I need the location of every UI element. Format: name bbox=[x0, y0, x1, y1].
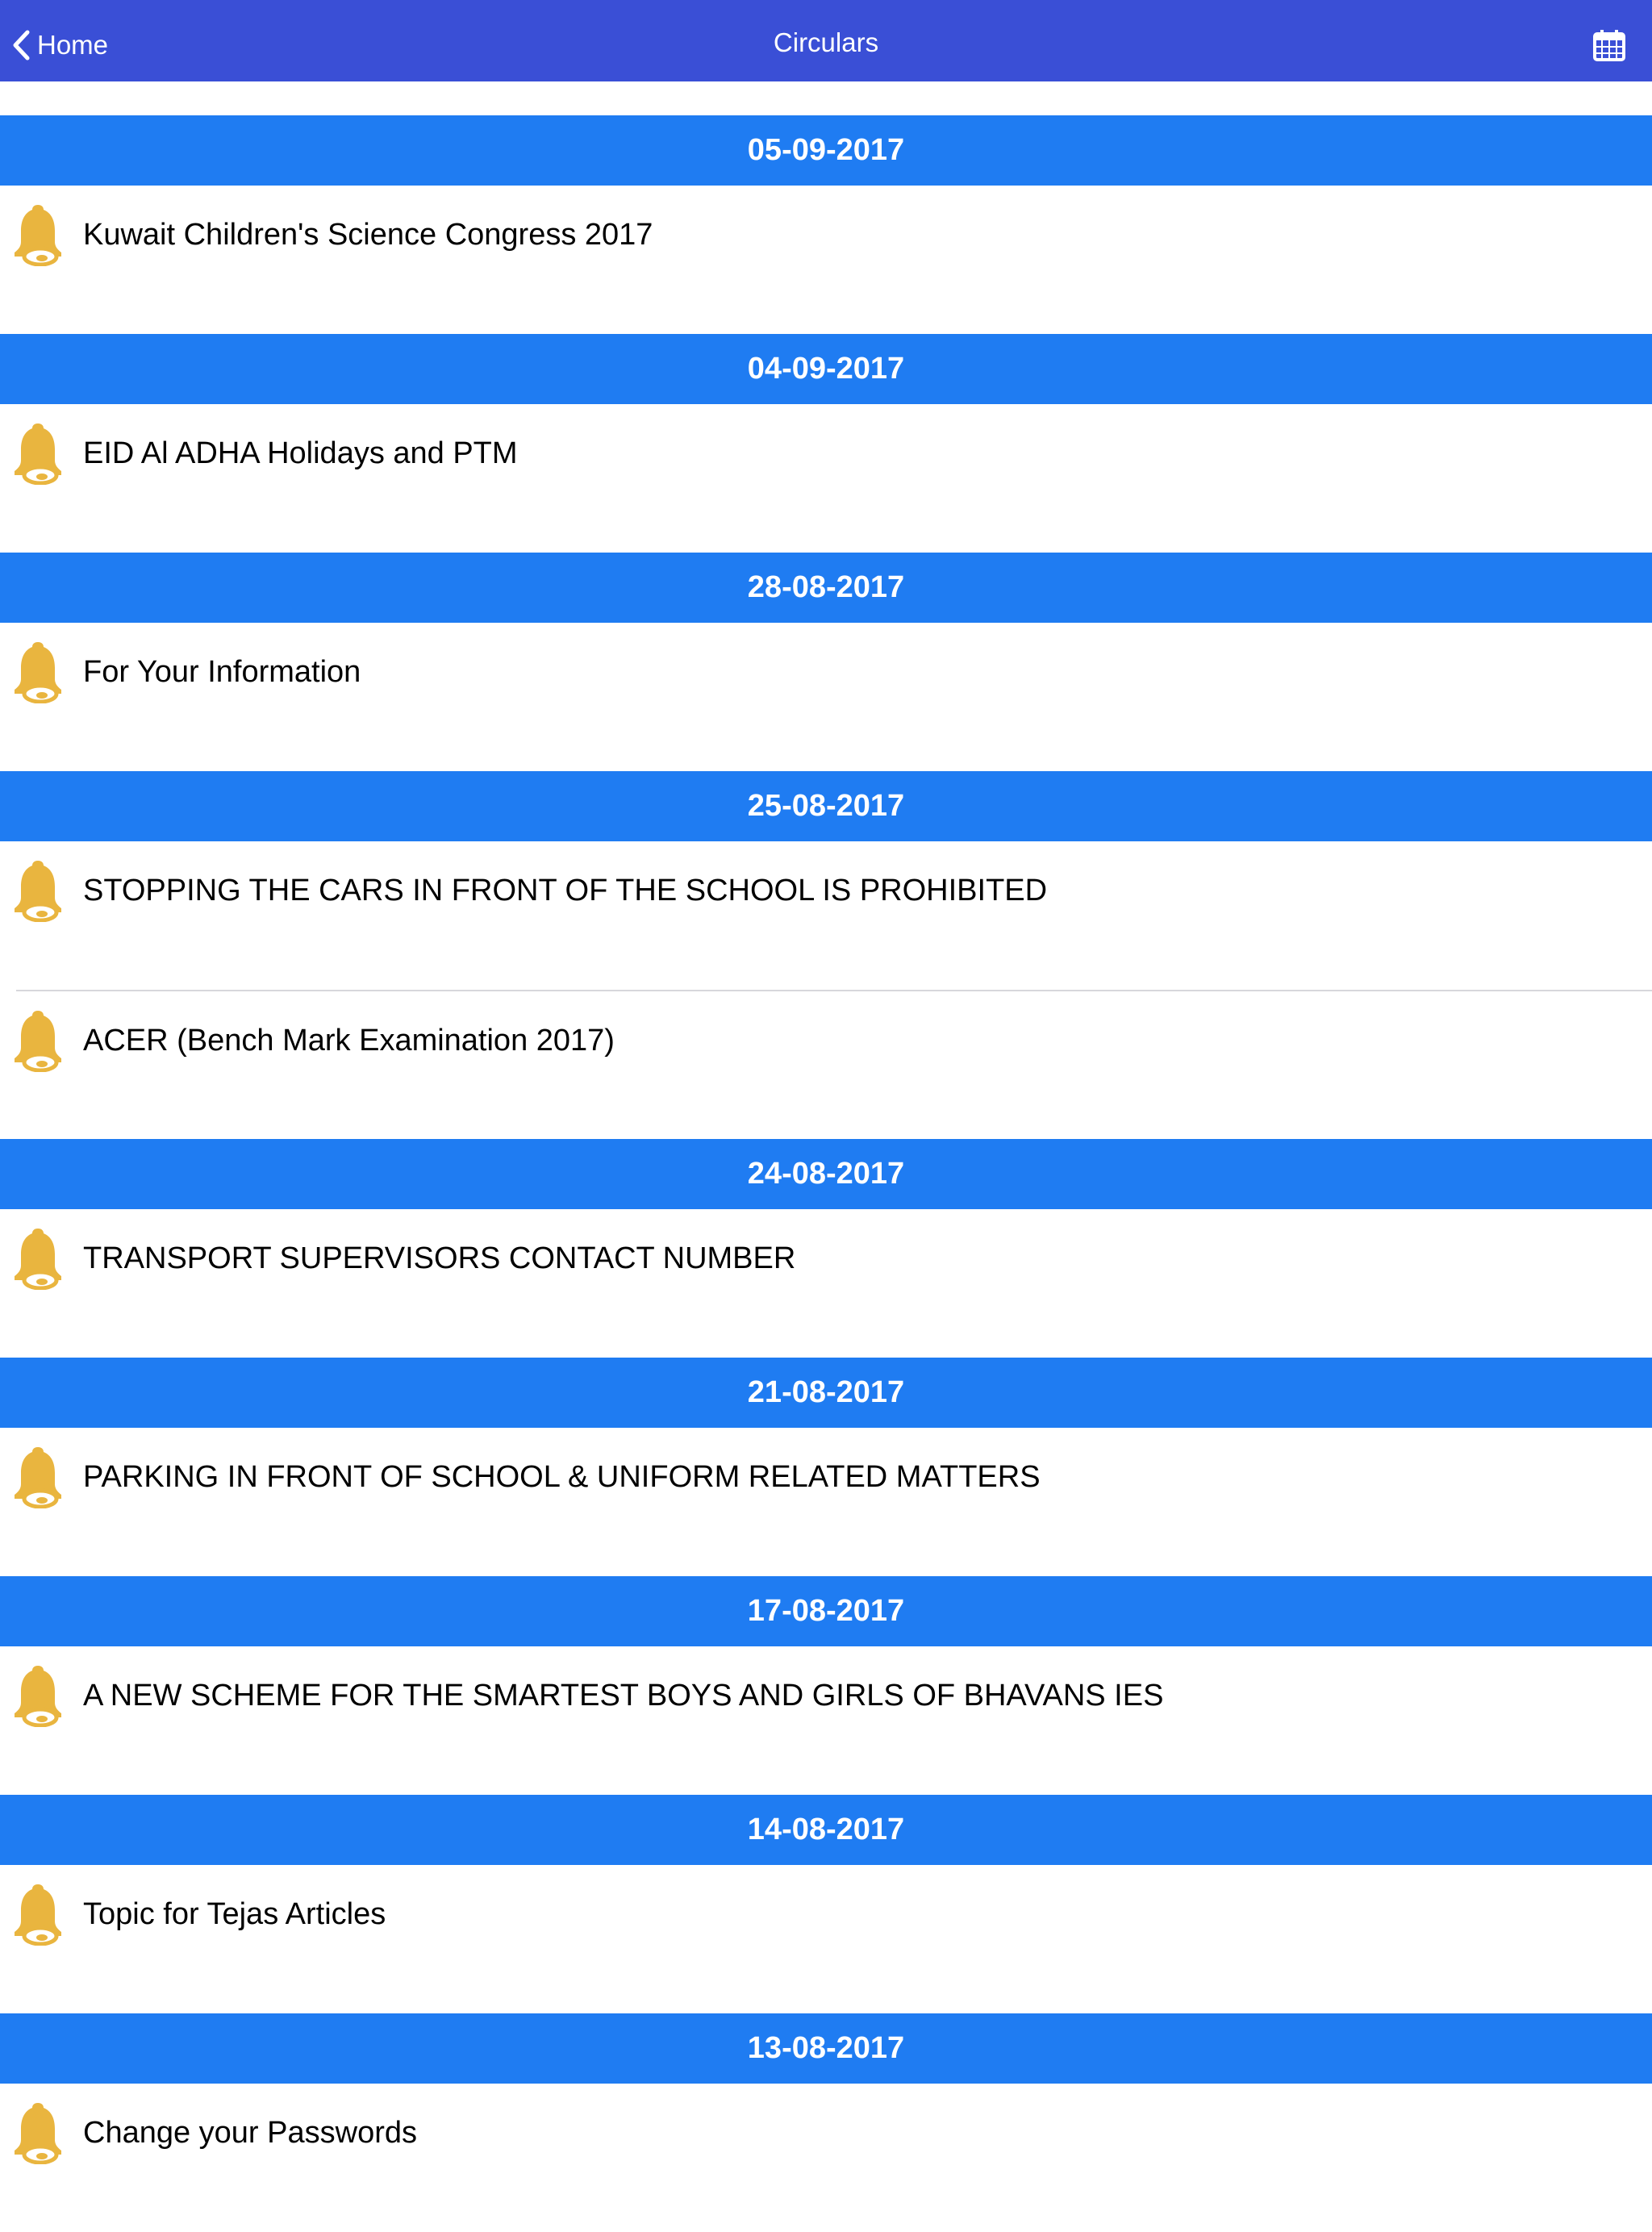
section-header-date: 25-08-2017 bbox=[0, 771, 1652, 841]
section-header-date: 14-08-2017 bbox=[0, 1795, 1652, 1865]
circular-item[interactable]: PARKING IN FRONT OF SCHOOL & UNIFORM REL… bbox=[0, 1428, 1652, 1576]
circular-title: STOPPING THE CARS IN FRONT OF THE SCHOOL… bbox=[83, 874, 1048, 907]
bell-icon bbox=[11, 857, 65, 922]
circular-title: ACER (Bench Mark Examination 2017) bbox=[83, 1024, 615, 1058]
bell-icon bbox=[11, 639, 65, 703]
circular-item[interactable]: A NEW SCHEME FOR THE SMARTEST BOYS AND G… bbox=[0, 1646, 1652, 1795]
bell-icon bbox=[11, 1008, 65, 1072]
circular-title: Kuwait Children's Science Congress 2017 bbox=[83, 218, 653, 252]
circular-item[interactable]: Topic for Tejas Articles bbox=[0, 1865, 1652, 2013]
section-header-date: 13-08-2017 bbox=[0, 2013, 1652, 2084]
circular-item[interactable]: Change your Passwords bbox=[0, 2084, 1652, 2232]
bell-icon bbox=[11, 1663, 65, 1727]
circular-item[interactable]: STOPPING THE CARS IN FRONT OF THE SCHOOL… bbox=[0, 841, 1652, 990]
section-header-date: 28-08-2017 bbox=[0, 553, 1652, 623]
circular-item[interactable]: For Your Information bbox=[0, 623, 1652, 771]
circular-title: PARKING IN FRONT OF SCHOOL & UNIFORM REL… bbox=[83, 1460, 1041, 1494]
circular-title: EID Al ADHA Holidays and PTM bbox=[83, 436, 518, 470]
bell-icon bbox=[11, 420, 65, 485]
bell-icon bbox=[11, 2100, 65, 2164]
section-header-date: 05-09-2017 bbox=[0, 115, 1652, 186]
calendar-icon bbox=[1593, 30, 1625, 61]
bell-icon bbox=[11, 1225, 65, 1290]
section-header-date: 24-08-2017 bbox=[0, 1139, 1652, 1209]
bell-icon bbox=[11, 1444, 65, 1508]
circular-title: TRANSPORT SUPERVISORS CONTACT NUMBER bbox=[83, 1241, 796, 1275]
circular-title: Topic for Tejas Articles bbox=[83, 1897, 386, 1931]
circulars-list: 05-09-2017 Kuwait Children's Science Con… bbox=[0, 115, 1652, 2232]
circular-item[interactable]: TRANSPORT SUPERVISORS CONTACT NUMBER bbox=[0, 1209, 1652, 1358]
section-header-date: 21-08-2017 bbox=[0, 1358, 1652, 1428]
circular-title: A NEW SCHEME FOR THE SMARTEST BOYS AND G… bbox=[83, 1679, 1164, 1713]
section-header-date: 04-09-2017 bbox=[0, 334, 1652, 404]
calendar-button[interactable] bbox=[1591, 27, 1628, 65]
circular-item[interactable]: ACER (Bench Mark Examination 2017) bbox=[16, 990, 1652, 1139]
bell-icon bbox=[11, 202, 65, 266]
circular-title: Change your Passwords bbox=[83, 2116, 417, 2150]
navigation-bar: Home Circulars bbox=[0, 0, 1652, 81]
section-header-date: 17-08-2017 bbox=[0, 1576, 1652, 1646]
circular-item[interactable]: Kuwait Children's Science Congress 2017 bbox=[0, 186, 1652, 334]
circular-title: For Your Information bbox=[83, 655, 361, 689]
circular-item[interactable]: EID Al ADHA Holidays and PTM bbox=[0, 404, 1652, 553]
page-title: Circulars bbox=[773, 27, 879, 57]
bell-icon bbox=[11, 1881, 65, 1946]
